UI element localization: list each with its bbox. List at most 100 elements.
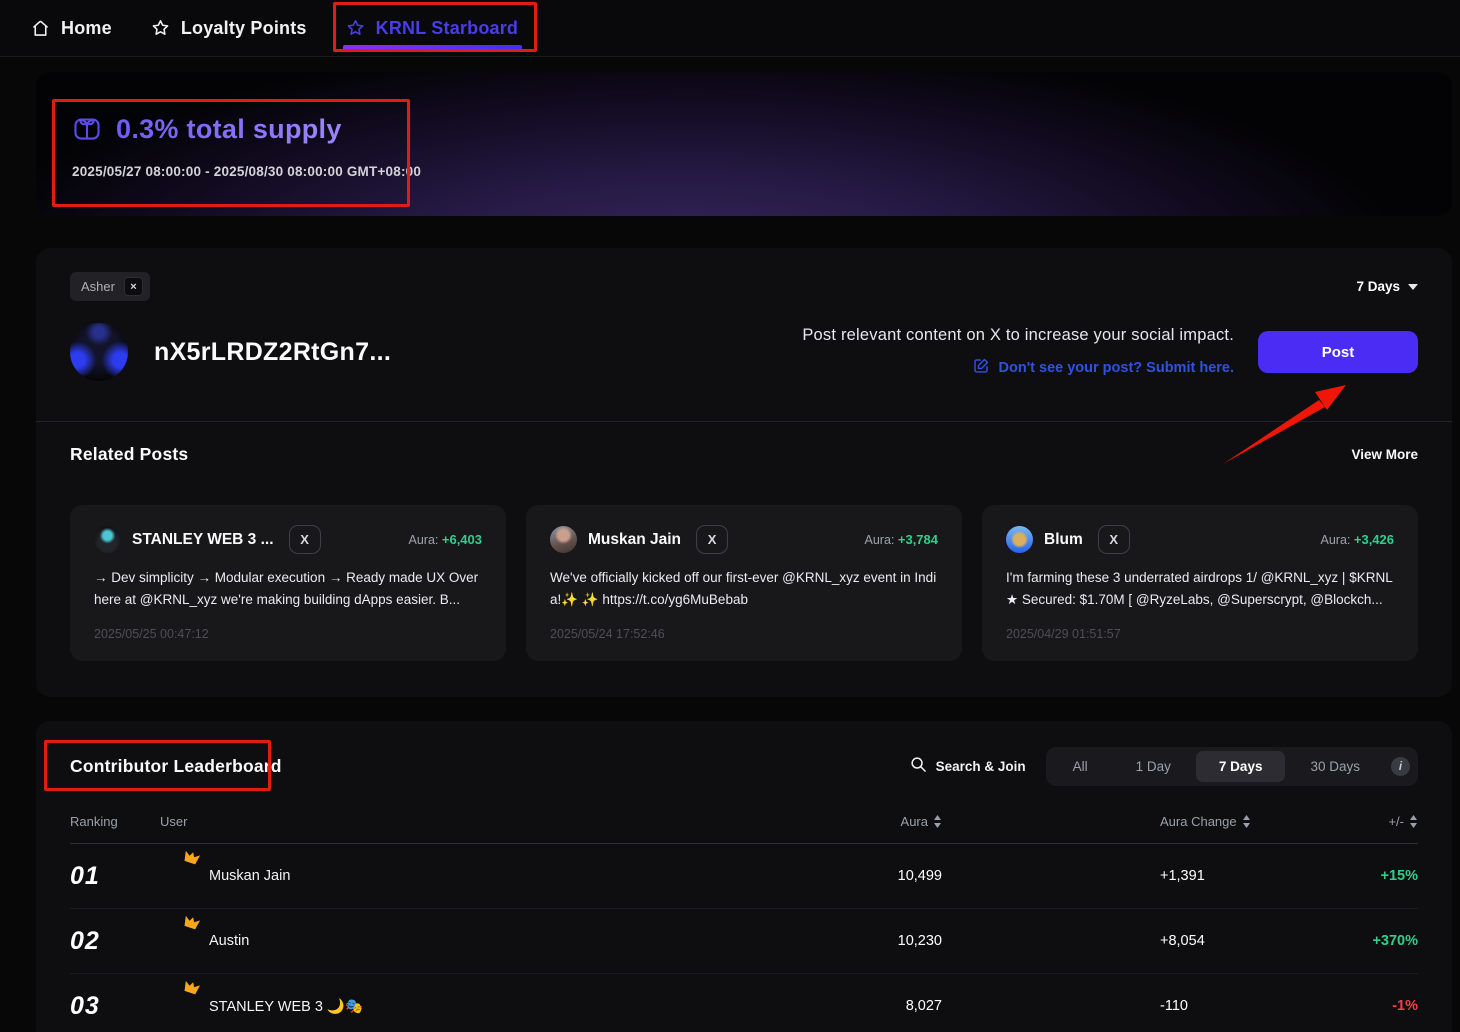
column-aura-change-sort[interactable]: Aura Change — [968, 814, 1298, 829]
nav-item-home[interactable]: Home — [30, 18, 112, 39]
post-aura: Aura: +3,784 — [865, 532, 939, 547]
nav-label-loyalty-points: Loyalty Points — [181, 18, 307, 39]
supply-headline: 0.3% total supply — [116, 114, 342, 145]
post-cta-text: Post relevant content on X to increase y… — [802, 326, 1234, 345]
user-avatar — [160, 859, 194, 893]
tab-7-days[interactable]: 7 Days — [1196, 751, 1286, 782]
column-plus-minus-sort[interactable]: +/- — [1298, 814, 1418, 829]
gift-icon — [72, 112, 102, 147]
star-icon-active — [345, 18, 366, 39]
search-and-join-button[interactable]: Search & Join — [910, 756, 1026, 778]
user-avatar — [160, 924, 194, 958]
info-icon[interactable]: i — [1391, 757, 1410, 776]
tab-1-day[interactable]: 1 Day — [1113, 751, 1194, 782]
sort-icon — [933, 815, 942, 828]
contributor-leaderboard: Contributor Leaderboard Search & Join Al… — [36, 721, 1452, 1032]
timeframe-value: 7 Days — [1356, 279, 1400, 294]
aura-value: +3,784 — [898, 532, 938, 547]
view-more-link[interactable]: View More — [1351, 447, 1418, 462]
supply-banner-content: 0.3% total supply 2025/05/27 08:00:00 - … — [72, 112, 421, 179]
tab-30-days[interactable]: 30 Days — [1287, 751, 1383, 782]
nav-label-krnl-starboard: KRNL Starboard — [376, 18, 519, 39]
x-twitter-link[interactable]: X — [696, 525, 728, 554]
table-row[interactable]: 02 Austin 10,230 +8,054 +370% — [70, 909, 1418, 974]
percent-change: +15% — [1298, 868, 1418, 884]
x-twitter-link[interactable]: X — [1098, 525, 1130, 554]
post-author-name: Muskan Jain — [588, 531, 681, 549]
post-date: 2025/04/29 01:51:57 — [1006, 627, 1394, 641]
crown-icon — [183, 980, 201, 995]
aura-value: 8,027 — [858, 998, 968, 1014]
column-aura-change-label: Aura Change — [1160, 814, 1237, 829]
leaderboard-header-row: Ranking User Aura Aura Change +/- — [70, 814, 1418, 844]
table-row[interactable]: 03 STANLEY WEB 3 🌙🎭 8,027 -110 -1% — [70, 974, 1418, 1032]
remove-filter-button[interactable]: × — [124, 277, 143, 296]
sort-icon — [1242, 815, 1251, 828]
krnl-starboard-page: Home Loyalty Points KRNL Starboard — [0, 0, 1460, 1032]
search-and-join-label: Search & Join — [936, 759, 1026, 774]
post-author-avatar — [94, 526, 121, 553]
submit-post-link[interactable]: Don't see your post? Submit here. — [802, 357, 1234, 379]
percent-change: +370% — [1298, 933, 1418, 949]
aura-value: 10,499 — [858, 868, 968, 884]
post-date: 2025/05/25 00:47:12 — [94, 627, 482, 641]
star-icon — [150, 18, 171, 39]
nav-label-home: Home — [61, 18, 112, 39]
rank-number: 02 — [70, 927, 160, 956]
column-aura-sort[interactable]: Aura — [858, 814, 968, 829]
post-author-avatar — [1006, 526, 1033, 553]
home-icon — [30, 18, 51, 39]
filter-chip-asher: Asher × — [70, 272, 150, 301]
profile-card: Asher × 7 Days nX5rLRDZ2RtGn7... Post re… — [36, 248, 1452, 697]
sort-icon — [1409, 815, 1418, 828]
table-row[interactable]: 01 Muskan Jain 10,499 +1,391 +15% — [70, 844, 1418, 909]
column-user: User — [160, 814, 858, 829]
user-name: STANLEY WEB 3 🌙🎭 — [209, 998, 363, 1015]
related-posts-grid: STANLEY WEB 3 ... X Aura: +6,403 → Dev s… — [70, 505, 1418, 661]
user-avatar — [70, 323, 128, 381]
leaderboard-title: Contributor Leaderboard — [70, 756, 282, 777]
tab-all[interactable]: All — [1050, 751, 1111, 782]
crown-icon — [183, 915, 201, 930]
nav-item-loyalty-points[interactable]: Loyalty Points — [150, 18, 307, 39]
chevron-down-icon — [1408, 284, 1418, 290]
percent-change: -1% — [1298, 998, 1418, 1014]
post-text: → Dev simplicity → Modular execution → R… — [94, 567, 482, 611]
aura-change-value: +1,391 — [968, 868, 1298, 884]
search-icon — [910, 756, 927, 778]
post-aura: Aura: +6,403 — [409, 532, 483, 547]
timeframe-tabs: All 1 Day 7 Days 30 Days i — [1046, 747, 1418, 786]
aura-change-value: -110 — [968, 998, 1298, 1014]
column-aura-label: Aura — [901, 814, 928, 829]
post-button[interactable]: Post — [1258, 331, 1418, 373]
post-author-name: STANLEY WEB 3 ... — [132, 531, 274, 549]
post-aura: Aura: +3,426 — [1321, 532, 1395, 547]
user-name: Muskan Jain — [209, 868, 290, 884]
user-avatar — [160, 989, 194, 1023]
rank-number: 03 — [70, 992, 160, 1021]
aura-label: Aura: — [1321, 533, 1351, 547]
nav-item-krnl-starboard[interactable]: KRNL Starboard — [345, 18, 519, 39]
edit-icon — [973, 357, 990, 379]
active-tab-underline — [343, 45, 523, 50]
aura-value: +3,426 — [1354, 532, 1394, 547]
divider — [36, 421, 1452, 422]
top-navigation: Home Loyalty Points KRNL Starboard — [0, 0, 1460, 57]
aura-change-value: +8,054 — [968, 933, 1298, 949]
post-text: We've officially kicked off our first-ev… — [550, 567, 938, 611]
post-author-name: Blum — [1044, 531, 1083, 549]
post-card: Muskan Jain X Aura: +3,784 We've officia… — [526, 505, 962, 661]
supply-period: 2025/05/27 08:00:00 - 2025/08/30 08:00:0… — [72, 164, 421, 179]
username: nX5rLRDZ2RtGn7... — [154, 338, 391, 367]
timeframe-dropdown[interactable]: 7 Days — [1356, 279, 1418, 294]
related-posts-title: Related Posts — [70, 444, 188, 465]
column-plus-minus-label: +/- — [1388, 814, 1404, 829]
submit-link-text: Don't see your post? Submit here. — [999, 360, 1234, 376]
post-date: 2025/05/24 17:52:46 — [550, 627, 938, 641]
x-twitter-link[interactable]: X — [289, 525, 321, 554]
aura-value: 10,230 — [858, 933, 968, 949]
column-ranking: Ranking — [70, 814, 160, 829]
filter-chip-label: Asher — [81, 279, 115, 294]
aura-label: Aura: — [865, 533, 895, 547]
user-name: Austin — [209, 933, 249, 949]
